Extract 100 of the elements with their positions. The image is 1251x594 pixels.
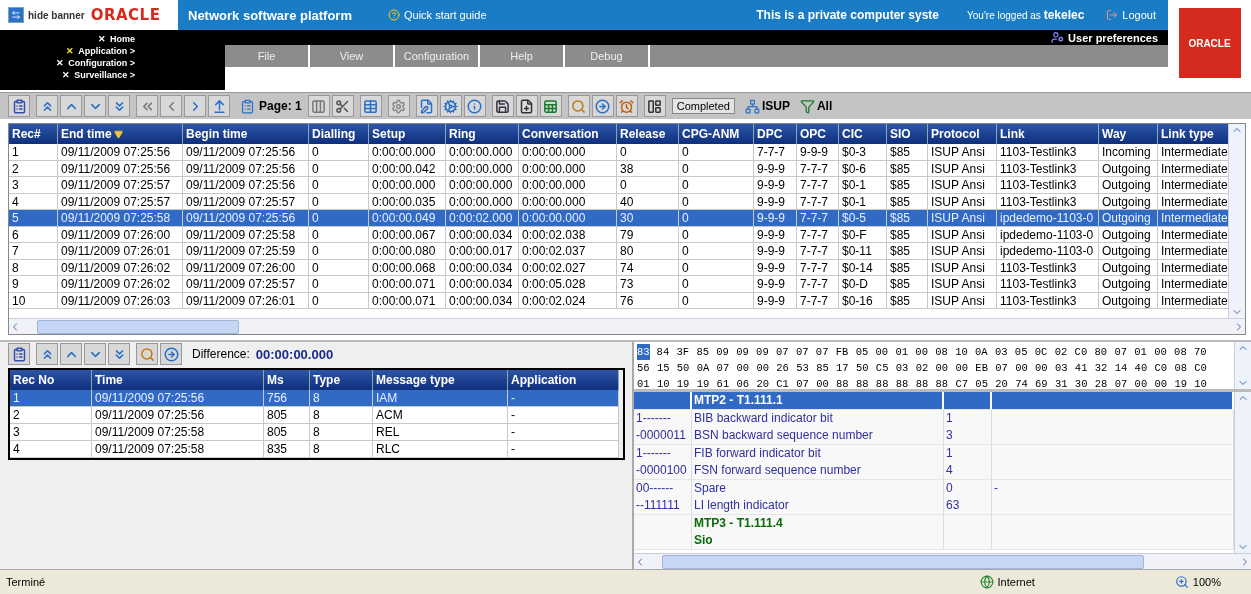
scroll-thumb[interactable]: [37, 319, 239, 334]
column-header[interactable]: Type: [310, 370, 373, 390]
up-button[interactable]: [60, 95, 82, 117]
column-header[interactable]: Way: [1099, 124, 1158, 144]
double-up-button[interactable]: [36, 95, 58, 117]
clipboard-button[interactable]: [8, 343, 30, 365]
logout-link[interactable]: Logout: [1106, 9, 1156, 21]
cogs-button[interactable]: [439, 95, 462, 117]
column-header[interactable]: Link: [997, 124, 1099, 144]
save-button[interactable]: [491, 95, 514, 117]
settings-icon: [391, 98, 407, 114]
column-header[interactable]: DPC: [754, 124, 797, 144]
vertical-scrollbar[interactable]: [1234, 342, 1251, 389]
table-cell: ipdedemo-1103-0: [997, 210, 1099, 227]
table-cell: ISUP Ansi: [928, 144, 997, 161]
file-plus-button[interactable]: [515, 95, 538, 117]
table-cell: ACM: [373, 407, 508, 424]
double-down-button[interactable]: [108, 343, 130, 365]
column-header[interactable]: End time: [58, 124, 183, 144]
table-cell: 9: [9, 276, 58, 293]
arrow-right-button[interactable]: [160, 343, 182, 365]
table-cell: 09/11/2009 07:25:56: [183, 144, 309, 161]
column-header[interactable]: Begin time: [183, 124, 309, 144]
vertical-scrollbar[interactable]: [1234, 392, 1251, 553]
alarm-clock-button[interactable]: [615, 95, 638, 117]
column-header[interactable]: Ms: [264, 370, 310, 390]
column-header[interactable]: Application: [508, 370, 619, 390]
table-cell: 09/11/2009 07:25:56: [183, 210, 309, 227]
zoom-icon: [1174, 575, 1189, 589]
table-cell: $85: [887, 210, 928, 227]
column-header[interactable]: Time: [92, 370, 264, 390]
table-cell: 0: [679, 243, 754, 260]
hide-banner-button[interactable]: hide banner: [8, 7, 85, 23]
table-cell: $0-11: [839, 243, 887, 260]
column-header[interactable]: Setup: [369, 124, 446, 144]
nav-item[interactable]: ✕ Configuration >: [56, 57, 135, 69]
search-button[interactable]: [136, 343, 158, 365]
column-header[interactable]: CPG-ANM: [679, 124, 754, 144]
vertical-scrollbar[interactable]: [1228, 124, 1245, 318]
up-button[interactable]: [60, 343, 82, 365]
column-header[interactable]: Protocol: [928, 124, 997, 144]
columns-button[interactable]: [307, 95, 330, 117]
edit-button[interactable]: [415, 95, 438, 117]
info-button[interactable]: [463, 95, 486, 117]
page-indicator[interactable]: Page: 1: [240, 98, 306, 114]
hex-line: 56 15 50 0A 07 00 00 26 53 85 17 50 C5 03 02 00 00 EB 07 00 00 03 41 32 14 40 C0 08 C0: [637, 361, 1207, 376]
nav-item[interactable]: ✕ Home: [98, 33, 135, 45]
column-header[interactable]: Dialling: [309, 124, 369, 144]
column-header[interactable]: OPC: [797, 124, 839, 144]
scissors-button[interactable]: [331, 95, 354, 117]
field-name-cell: MTP2 - T1.111.1: [692, 392, 944, 410]
user-preferences-link[interactable]: User preferences: [1051, 31, 1158, 44]
left-button[interactable]: [160, 95, 182, 117]
table-cell: 0:00:02.000: [446, 210, 519, 227]
table-cell: Intermediate: [1158, 276, 1228, 293]
search-button[interactable]: [567, 95, 590, 117]
column-header[interactable]: Rec#: [9, 124, 58, 144]
horizontal-scrollbar[interactable]: [634, 553, 1251, 569]
table-cell: Incoming: [1099, 144, 1158, 161]
arrow-right-button[interactable]: [591, 95, 614, 117]
table-cell: -: [508, 441, 619, 458]
double-up-button[interactable]: [36, 343, 58, 365]
table-cell: 09/11/2009 07:25:58: [92, 441, 264, 458]
horizontal-scrollbar[interactable]: [9, 318, 1245, 334]
scissors-icon: [335, 98, 351, 114]
down-button[interactable]: [84, 95, 106, 117]
field-name-cell: LI length indicator: [692, 497, 944, 515]
selected-byte[interactable]: 83: [637, 344, 650, 360]
upload-button[interactable]: [208, 95, 230, 117]
scroll-thumb[interactable]: [662, 554, 1144, 569]
table-cell: 7-7-7: [754, 144, 797, 161]
clipboard-icon: [240, 98, 255, 114]
right-button[interactable]: [184, 95, 206, 117]
double-left-button[interactable]: [136, 95, 158, 117]
layout-button[interactable]: [643, 95, 666, 117]
table-cell: Outgoing: [1099, 276, 1158, 293]
down-button[interactable]: [84, 343, 106, 365]
nav-item[interactable]: ✕ Application >: [66, 45, 135, 57]
column-header[interactable]: Rec No: [10, 370, 92, 390]
protocol-link[interactable]: ISUP: [744, 98, 790, 114]
column-header[interactable]: Conversation: [519, 124, 617, 144]
zoom-control[interactable]: 100%: [1174, 575, 1221, 589]
table-cell: ISUP Ansi: [928, 177, 997, 194]
column-header[interactable]: CIC: [839, 124, 887, 144]
nav-item[interactable]: ✕ Surveillance >: [62, 69, 135, 81]
spreadsheet-button[interactable]: [539, 95, 562, 117]
filter-link[interactable]: All: [799, 98, 833, 114]
bits-cell: --111111: [634, 497, 692, 515]
table-cell: ipdedemo-1103-0: [997, 243, 1099, 260]
settings-button[interactable]: [387, 95, 410, 117]
double-down-button[interactable]: [108, 95, 130, 117]
table-button[interactable]: [359, 95, 382, 117]
quick-start-link[interactable]: Quick start guide: [388, 9, 487, 21]
column-header[interactable]: Link type: [1158, 124, 1228, 144]
column-header[interactable]: Release: [617, 124, 679, 144]
column-header[interactable]: Ring: [446, 124, 519, 144]
private-notice: This is a private computer syste: [756, 8, 940, 22]
column-header[interactable]: SIO: [887, 124, 928, 144]
clipboard-button[interactable]: [8, 95, 30, 117]
column-header[interactable]: Message type: [373, 370, 508, 390]
